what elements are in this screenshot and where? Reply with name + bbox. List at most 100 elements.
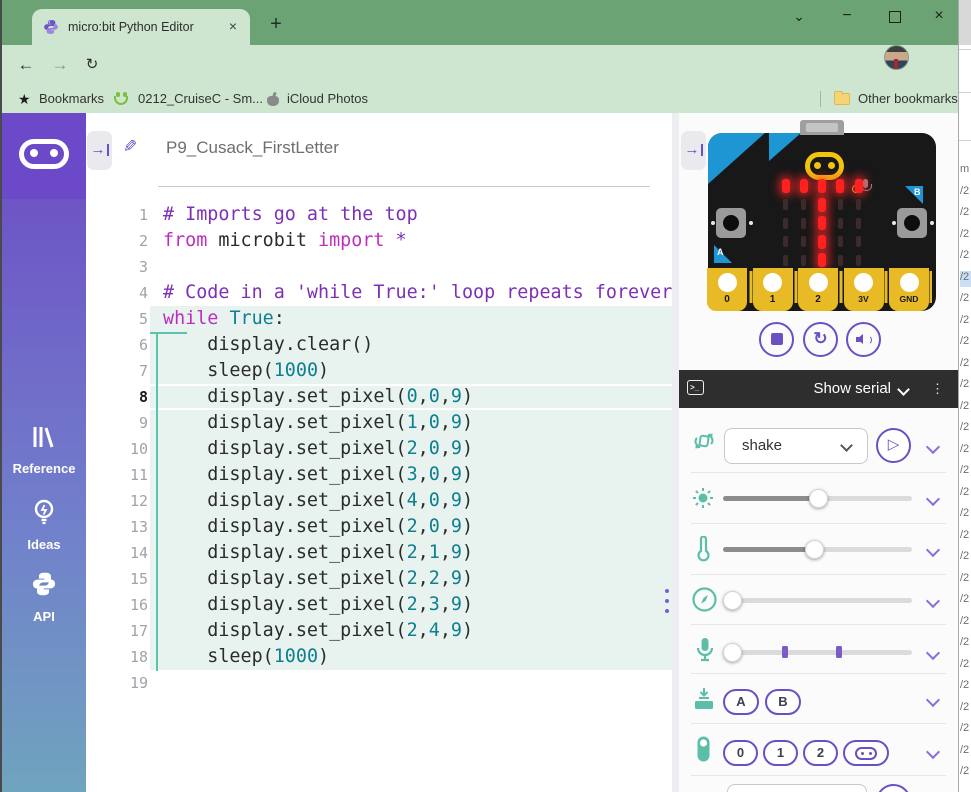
sidebar-item-reference[interactable]: Reference (2, 425, 86, 478)
bookmark-item-cruisec[interactable]: 0212_CruiseC - Sm... (138, 85, 263, 113)
browser-tab[interactable]: micro:bit Python Editor × (32, 9, 250, 45)
pin-button-0[interactable]: 0 (723, 740, 758, 766)
led-off (838, 236, 843, 247)
back-button[interactable]: ← (14, 53, 38, 77)
new-tab-button[interactable]: + (262, 11, 290, 39)
show-serial-label[interactable]: Show serial (813, 370, 891, 408)
code-line[interactable]: display.set_pixel(2,1,9) (163, 540, 473, 566)
background-window-strip: m/2/2/2/2/2/2/2/2/2/2/2/2/2/2/2/2/2/2/2/… (958, 0, 971, 792)
led-on (836, 179, 844, 193)
serial-menu-icon[interactable]: ⋮ (931, 370, 944, 408)
compass-slider[interactable] (723, 598, 912, 603)
code-line[interactable]: display.set_pixel(1,0,9) (163, 410, 473, 436)
light-slider-thumb[interactable] (809, 489, 828, 508)
led-off (801, 255, 806, 266)
code-line[interactable]: display.set_pixel(0,0,9) (163, 384, 473, 410)
sidebar-header[interactable] (2, 113, 86, 199)
gutter-line-number: 2 (86, 228, 148, 254)
tab-title: micro:bit Python Editor (68, 9, 228, 45)
logo-pin-pill[interactable] (843, 740, 889, 766)
microphone-expand-chevron[interactable] (926, 646, 940, 660)
sidebar-expand-icon[interactable]: → (87, 131, 112, 170)
code-line[interactable]: display.set_pixel(2,3,9) (163, 592, 473, 618)
temperature-expand-chevron[interactable] (926, 543, 940, 557)
divider (158, 186, 650, 187)
bookmark-smiley-icon[interactable] (114, 92, 129, 106)
code-line[interactable]: display.set_pixel(2,4,9) (163, 618, 473, 644)
board-pin-2[interactable]: 2 (798, 268, 838, 311)
press-button-B[interactable]: B (765, 689, 801, 715)
light-expand-chevron[interactable] (926, 492, 940, 506)
send-button[interactable] (876, 784, 911, 792)
code-line[interactable]: display.set_pixel(2,2,9) (163, 566, 473, 592)
window-minimize-button[interactable]: − (832, 4, 862, 30)
code-line[interactable]: from microbit import * (163, 228, 407, 254)
board-button-a[interactable] (716, 208, 746, 238)
microphone-slider[interactable] (723, 650, 912, 655)
pin-button-2[interactable]: 2 (803, 740, 838, 766)
window-chevron-icon[interactable]: ⌄ (784, 4, 814, 30)
code-line[interactable]: display.set_pixel(4,0,9) (163, 488, 473, 514)
code-line[interactable]: display.set_pixel(3,0,9) (163, 462, 473, 488)
block-guide-vertical (156, 332, 158, 671)
other-bookmarks[interactable]: Other bookmarks (858, 85, 958, 113)
code-line[interactable]: # Code in a 'while True:' loop repeats f… (163, 280, 672, 306)
code-line[interactable]: display.set_pixel(2,0,9) (163, 514, 473, 540)
sidebar-item-api[interactable]: API (2, 571, 86, 626)
project-title[interactable]: P9_Cusack_FirstLetter (166, 138, 339, 158)
background-list-item: /2 (960, 314, 971, 330)
forward-button[interactable]: → (48, 53, 72, 77)
usb-connector (800, 120, 844, 135)
code-line[interactable]: sleep(1000) (163, 358, 329, 384)
code-line[interactable]: sleep(1000) (163, 644, 329, 670)
panel-resize-handle[interactable] (663, 583, 671, 619)
board-pin-0[interactable]: 0 (707, 268, 747, 311)
python-icon (2, 571, 86, 602)
code-line[interactable]: # Imports go at the top (163, 202, 418, 228)
compass-expand-chevron[interactable] (926, 594, 940, 608)
code-editor-pane[interactable]: → ✎ P9_Cusack_FirstLetter 12345678910111… (86, 113, 672, 792)
temperature-row (679, 523, 958, 574)
code-line[interactable]: while True: (163, 306, 285, 332)
gutter-line-number: 4 (86, 280, 148, 306)
reload-button[interactable]: ↻ (80, 53, 104, 77)
mute-button[interactable] (846, 322, 881, 357)
temperature-slider[interactable] (723, 547, 912, 552)
message-input[interactable] (727, 784, 867, 792)
code-line[interactable]: display.set_pixel(2,0,9) (163, 436, 473, 462)
mic-threshold-marker[interactable] (836, 646, 842, 658)
bookmarks-star-icon[interactable]: ★ (18, 85, 31, 113)
mic-threshold-marker[interactable] (782, 646, 788, 658)
background-list-item: /2 (960, 464, 971, 480)
gesture-expand-chevron[interactable] (926, 440, 940, 454)
board-pin-1[interactable]: 1 (753, 268, 793, 311)
gesture-select[interactable]: shake (724, 428, 868, 464)
reset-button[interactable]: ↻ (803, 322, 838, 357)
background-list-item: /2 (960, 443, 971, 459)
tab-close-icon[interactable]: × (224, 18, 242, 36)
microphone-slider-thumb[interactable] (723, 643, 742, 662)
panel-divider[interactable] (672, 113, 679, 792)
serial-chevron-icon[interactable] (897, 383, 910, 396)
apple-icon[interactable] (267, 93, 279, 106)
light-slider[interactable] (723, 496, 912, 501)
bookmarks-label[interactable]: Bookmarks (39, 85, 104, 113)
simulator-expand-icon[interactable]: → (681, 131, 706, 170)
compass-slider-thumb[interactable] (723, 591, 742, 610)
window-close-button[interactable]: × (924, 4, 954, 30)
board-pin-3V[interactable]: 3V (844, 268, 884, 311)
edit-title-pencil-icon[interactable]: ✎ (123, 137, 137, 157)
code-line[interactable]: display.clear() (163, 332, 373, 358)
window-maximize-button[interactable] (880, 4, 910, 30)
stop-button[interactable] (759, 322, 794, 357)
temperature-slider-thumb[interactable] (805, 540, 824, 559)
bookmark-item-icloud[interactable]: iCloud Photos (287, 85, 368, 113)
divider (691, 723, 946, 724)
pin-button-1[interactable]: 1 (763, 740, 798, 766)
press-button-A[interactable]: A (723, 689, 759, 715)
board-button-b[interactable] (897, 208, 927, 238)
board-pin-GND[interactable]: GND (889, 268, 929, 311)
profile-avatar[interactable] (884, 45, 909, 70)
sidebar-item-ideas[interactable]: Ideas (2, 499, 86, 554)
gesture-play-button[interactable]: ▷ (876, 428, 911, 463)
